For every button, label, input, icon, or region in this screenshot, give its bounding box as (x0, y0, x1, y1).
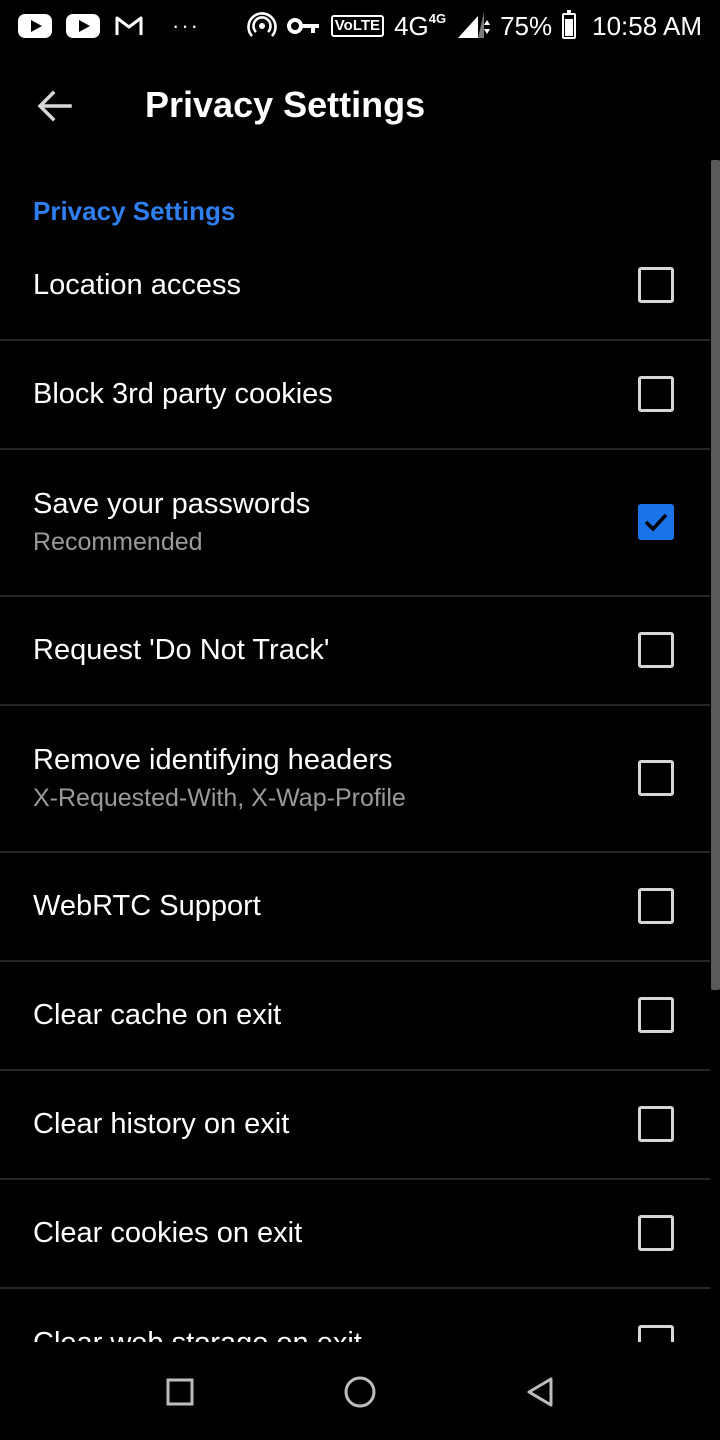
gmail-icon (115, 16, 143, 35)
setting-title: Clear web storage on exit (33, 1325, 600, 1342)
checkbox[interactable] (638, 375, 674, 412)
hotspot-icon (247, 12, 277, 37)
home-circle-icon (344, 1376, 376, 1408)
setting-webrtc-support[interactable]: WebRTC Support (0, 853, 710, 962)
battery-percent: 75% (500, 10, 553, 41)
checkbox[interactable] (638, 1325, 674, 1342)
setting-title: Block 3rd party cookies (33, 377, 333, 410)
setting-location-access[interactable]: Location access (0, 232, 710, 341)
setting-title: Location access (33, 268, 241, 301)
setting-clear-history-on-exit[interactable]: Clear history on exit (0, 1071, 710, 1180)
setting-title: Clear cache on exit (33, 998, 282, 1031)
volte-icon: VoLTE (330, 15, 385, 37)
setting-clear-cache-on-exit[interactable]: Clear cache on exit (0, 962, 710, 1071)
setting-title: Save your passwords (33, 487, 311, 520)
setting-title: Request 'Do Not Track' (33, 633, 330, 666)
checkbox[interactable] (638, 1105, 674, 1142)
setting-subtitle: Recommended (33, 527, 203, 556)
more-dots-icon: ··· (172, 13, 200, 38)
setting-subtitle: X-Requested-With, X-Wap-Profile (33, 783, 406, 812)
navigation-bar (0, 1342, 720, 1440)
back-nav-button[interactable] (518, 1370, 562, 1414)
back-triangle-icon (527, 1377, 553, 1407)
checkbox-checked[interactable] (638, 503, 674, 540)
checkbox[interactable] (638, 1214, 674, 1251)
setting-title: WebRTC Support (33, 889, 261, 922)
setting-title: Remove identifying headers (33, 743, 393, 776)
checkbox[interactable] (638, 266, 674, 303)
vpn-key-icon (286, 18, 319, 34)
youtube-icon (66, 14, 100, 38)
checkbox[interactable] (638, 996, 674, 1033)
battery-icon (562, 10, 577, 39)
app-bar: Privacy Settings (0, 52, 720, 160)
checkbox[interactable] (638, 631, 674, 668)
status-bar: ··· VoLTE 4G 4G 75% 10:58 AM (0, 0, 720, 52)
checkbox[interactable] (638, 887, 674, 924)
setting-clear-cookies-on-exit[interactable]: Clear cookies on exit (0, 1180, 710, 1289)
setting-save-passwords[interactable]: Save your passwords Recommended (0, 450, 710, 597)
setting-title: Clear cookies on exit (33, 1216, 303, 1249)
recents-button[interactable] (158, 1370, 202, 1414)
setting-do-not-track[interactable]: Request 'Do Not Track' (0, 597, 710, 706)
arrow-back-icon (37, 90, 72, 122)
setting-remove-identifying-headers[interactable]: Remove identifying headers X-Requested-W… (0, 706, 710, 853)
clock: 10:58 AM (592, 10, 702, 41)
page-title: Privacy Settings (145, 84, 426, 125)
signal-icon (458, 12, 491, 38)
back-button[interactable] (26, 80, 82, 132)
network-type: 4G 4G (394, 10, 447, 41)
checkmark-icon (644, 513, 668, 532)
checkbox[interactable] (638, 759, 674, 796)
setting-block-third-party-cookies[interactable]: Block 3rd party cookies (0, 341, 710, 450)
settings-list: Location access Block 3rd party cookies … (0, 232, 720, 1342)
recents-square-icon (166, 1378, 194, 1406)
section-header: Privacy Settings (33, 196, 236, 226)
setting-title: Clear history on exit (33, 1107, 290, 1140)
youtube-icon (18, 14, 52, 38)
home-button[interactable] (338, 1370, 382, 1414)
setting-clear-web-storage-on-exit[interactable]: Clear web storage on exit (0, 1289, 710, 1342)
